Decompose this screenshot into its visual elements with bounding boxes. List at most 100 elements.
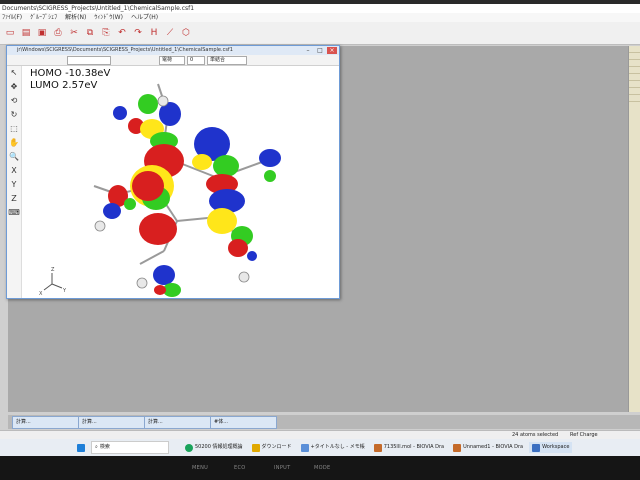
molecule-window-toolbar: 電荷 0 単結合: [7, 55, 339, 66]
minimized-window[interactable]: 計算...: [78, 416, 145, 429]
bezel-eco-label: ECO: [234, 465, 246, 471]
mode-dropdown[interactable]: [67, 56, 111, 65]
right-panel-item[interactable]: [629, 95, 640, 102]
bond-type-dropdown[interactable]: 単結合: [207, 56, 247, 65]
orbital-lobe: [192, 154, 212, 170]
taskbar-item-label: 50200 情報処理概論: [195, 444, 243, 450]
start-button[interactable]: [74, 442, 88, 453]
orbital-lobe: [138, 94, 158, 114]
open-icon[interactable]: ▤: [20, 27, 32, 39]
taskbar-item-label: Workspace: [542, 444, 570, 450]
orbital-lobe: [124, 198, 136, 210]
search-box[interactable]: ⌕ 検索: [91, 441, 169, 454]
monitor-bezel-bottom: MENU ECO INPUT MODE: [0, 456, 640, 480]
marquee-icon[interactable]: ⬚: [7, 122, 21, 136]
taskbar-item-lecture[interactable]: 50200 情報処理概論: [182, 442, 246, 453]
copy-icon[interactable]: ⧉: [84, 27, 96, 39]
spin-icon[interactable]: ↻: [7, 108, 21, 122]
windows-icon: [77, 443, 85, 452]
cut-icon[interactable]: ✂: [68, 27, 80, 39]
orbital-lobe: [103, 203, 121, 219]
workspace-icon: [532, 443, 541, 452]
charge-value-dropdown[interactable]: 0: [187, 56, 205, 65]
right-panel: [628, 46, 640, 412]
taskbar-item-label: 7135lll.mol - BIOVIA Dra: [383, 444, 445, 450]
right-panel-item[interactable]: [629, 81, 640, 88]
taskbar-item-biovia-1[interactable]: 7135lll.mol - BIOVIA Dra: [371, 442, 447, 453]
menu-help[interactable]: ヘルプ(H): [131, 13, 158, 22]
right-panel-item[interactable]: [629, 60, 640, 67]
bezel-mode-label: MODE: [314, 465, 331, 471]
taskbar-item-label: +タイトルなし - メモ帳: [310, 444, 365, 450]
notepad-icon: [300, 443, 309, 452]
orbital-lobe: [139, 213, 177, 245]
screen: Documents\SCIGRESS_Projects\Untitled_1\C…: [0, 4, 640, 456]
print-icon[interactable]: ⎙: [52, 27, 64, 39]
axis-x-label: X: [39, 291, 43, 297]
right-panel-item[interactable]: [629, 88, 640, 95]
molecule-viewport[interactable]: HOMO -10.38eV LUMO 2.57eV Z X Y: [22, 66, 338, 297]
minimized-window[interactable]: 計算...: [144, 416, 211, 429]
maximize-icon[interactable]: □: [315, 47, 325, 54]
minimized-window-bar: 計算... 計算... 計算... #体...: [8, 415, 640, 429]
paste-icon[interactable]: ⎘: [100, 27, 112, 39]
axis-z-label: Z: [51, 267, 55, 273]
minimized-window[interactable]: #体...: [210, 416, 277, 429]
taskbar-item-label: Unnamed1 - BIOVIA Dra: [463, 444, 524, 450]
orbital-lobe: [113, 106, 127, 120]
close-icon[interactable]: ×: [327, 47, 337, 54]
ring-icon[interactable]: ⬡: [180, 27, 192, 39]
orbital-lobe: [153, 265, 175, 285]
menu-window[interactable]: ｳｨﾝﾄﾞｳ(W): [94, 13, 123, 22]
right-panel-item[interactable]: [629, 53, 640, 60]
hydrogen-icon[interactable]: H: [148, 27, 160, 39]
redo-icon[interactable]: ↷: [132, 27, 144, 39]
rotate-z-button[interactable]: Z: [7, 192, 21, 206]
new-icon[interactable]: ▭: [4, 27, 16, 39]
minimized-window[interactable]: 計算...: [12, 416, 79, 429]
orbital-lobe: [207, 208, 237, 234]
menu-analysis[interactable]: 解析(N): [65, 13, 86, 22]
tool-palette: ↖ ✥ ⟲ ↻ ⬚ ✋ 🔍 X Y Z ⌨: [7, 66, 22, 298]
taskbar-item-workspace[interactable]: Workspace: [529, 442, 573, 453]
taskbar-item-notepad[interactable]: +タイトルなし - メモ帳: [298, 442, 368, 453]
minimize-icon[interactable]: –: [303, 47, 313, 54]
rotate-x-button[interactable]: X: [7, 164, 21, 178]
orbital-lobe: [264, 170, 276, 182]
charge-type-dropdown[interactable]: 電荷: [159, 56, 185, 65]
windows-taskbar: ⌕ 検索 50200 情報処理概論 ダウンロード +タイトルなし - メモ帳 7…: [0, 439, 640, 456]
right-panel-item[interactable]: [629, 67, 640, 74]
bezel-input-label: INPUT: [274, 465, 291, 471]
hand-icon[interactable]: ✋: [7, 136, 21, 150]
bond-icon[interactable]: ⟋: [164, 27, 176, 39]
zoom-icon[interactable]: 🔍: [7, 150, 21, 164]
search-label: 検索: [99, 444, 110, 450]
right-panel-item[interactable]: [629, 74, 640, 81]
molecule-window-title: jr\Windows\SCIGRESS\Documents\SCIGRESS_P…: [7, 46, 339, 55]
axis-y-label: Y: [62, 288, 67, 294]
menu-group[interactable]: ｸﾞﾙｰﾌﾟｼｪﾌ: [30, 13, 57, 22]
taskbar-item-downloads[interactable]: ダウンロード: [249, 442, 295, 453]
keyboard-icon[interactable]: ⌨: [7, 206, 21, 220]
browser-icon: [185, 443, 193, 452]
app-title: Documents\SCIGRESS_Projects\Untitled_1\C…: [0, 4, 640, 13]
menu-bar: ﾌｧｲﾙ(F) ｸﾞﾙｰﾌﾟｼｪﾌ 解析(N) ｳｨﾝﾄﾞｳ(W) ヘルプ(H): [0, 13, 640, 22]
undo-icon[interactable]: ↶: [116, 27, 128, 39]
orbital-lobe: [213, 155, 239, 177]
taskbar-item-biovia-2[interactable]: Unnamed1 - BIOVIA Dra: [450, 442, 526, 453]
molecule-window-title-text: jr\Windows\SCIGRESS\Documents\SCIGRESS_P…: [17, 47, 233, 53]
menu-file[interactable]: ﾌｧｲﾙ(F): [2, 13, 22, 22]
right-panel-item[interactable]: [629, 46, 640, 53]
rotate-icon[interactable]: ⟲: [7, 94, 21, 108]
move-icon[interactable]: ✥: [7, 80, 21, 94]
biovia-icon: [373, 443, 382, 452]
save-icon[interactable]: ▣: [36, 27, 48, 39]
search-icon: ⌕: [95, 444, 98, 450]
select-arrow-icon[interactable]: ↖: [7, 66, 21, 80]
orbital-lobe: [247, 251, 257, 261]
molecule-window: jr\Windows\SCIGRESS\Documents\SCIGRESS_P…: [6, 45, 340, 299]
axis-triad: [43, 273, 63, 291]
orbital-lobe: [228, 239, 248, 257]
orbital-lobe: [154, 285, 166, 295]
rotate-y-button[interactable]: Y: [7, 178, 21, 192]
